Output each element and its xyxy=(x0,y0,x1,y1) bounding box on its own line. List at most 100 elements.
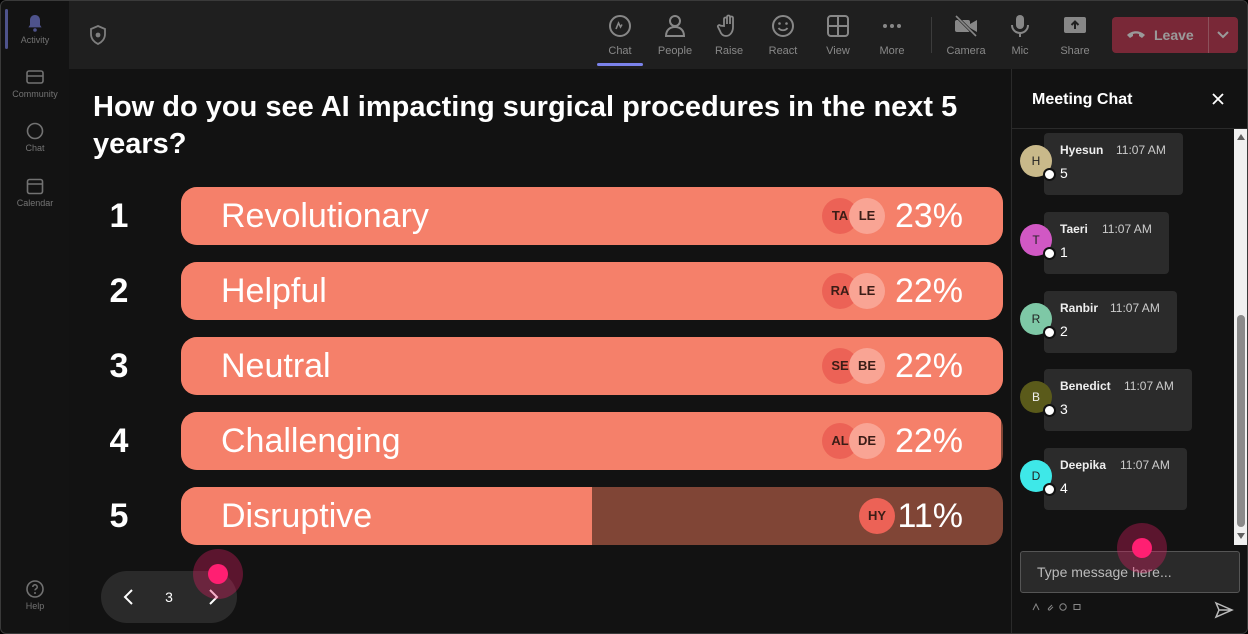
option-number: 5 xyxy=(109,497,129,535)
leave-button-label: Leave xyxy=(1154,27,1194,43)
option-percent: 22% xyxy=(894,272,963,310)
message-bubble: Benedict 11:07 AM 3 xyxy=(1044,369,1192,431)
app-rail: Activity Community Chat Calendar Help xyxy=(1,1,69,633)
rail-item-calendar[interactable]: Calendar xyxy=(1,176,69,208)
close-icon[interactable] xyxy=(1210,91,1226,107)
poll-option-row: 5 Disruptive HY 11% xyxy=(69,487,1011,545)
chevron-left-icon[interactable] xyxy=(119,587,139,607)
option-label: Neutral xyxy=(221,347,331,385)
rail-item-chat[interactable]: Chat xyxy=(1,121,69,153)
chat-button-label: Chat xyxy=(608,45,632,57)
option-bar: Neutral SE BE 22% xyxy=(181,337,1003,395)
emoji-icon[interactable] xyxy=(1059,603,1067,611)
rail-item-activity[interactable]: Activity xyxy=(1,13,69,45)
camera-button[interactable]: Camera xyxy=(943,11,989,63)
hand-icon xyxy=(717,14,734,37)
pointer-indicator xyxy=(193,549,243,599)
react-button-label: React xyxy=(768,45,798,57)
scroll-down-arrow-icon[interactable] xyxy=(1237,533,1245,539)
format-toolbar[interactable] xyxy=(1032,602,1081,613)
meeting-window: Activity Community Chat Calendar Help Ch… xyxy=(0,0,1248,634)
more-dots-icon xyxy=(883,24,901,28)
message-text: 4 xyxy=(1060,480,1068,496)
scrollbar-thumb[interactable] xyxy=(1237,315,1245,527)
mic-button-label: Mic xyxy=(1011,45,1029,57)
message-text: 5 xyxy=(1060,165,1068,181)
presence-status-icon xyxy=(1043,168,1056,181)
message-time: 11:07 AM xyxy=(1124,379,1174,393)
hang-up-icon xyxy=(1127,31,1145,38)
attach-icon[interactable] xyxy=(1046,603,1054,611)
message-time: 11:07 AM xyxy=(1116,143,1166,157)
option-label: Disruptive xyxy=(221,497,373,535)
leave-button[interactable]: Leave xyxy=(1112,17,1238,53)
voter-avatar: LE xyxy=(849,198,885,234)
pointer-indicator xyxy=(1117,523,1167,573)
chevron-down-icon[interactable] xyxy=(1216,29,1230,41)
meeting-toolbar: Chat People Raise React View More Camera… xyxy=(69,1,1247,69)
message-text: 1 xyxy=(1060,244,1068,260)
message-time: 11:07 AM xyxy=(1110,301,1160,315)
poll-option-row: 4 Challenging AL DE 22% xyxy=(69,412,1011,470)
grid-view-icon xyxy=(827,15,849,37)
rail-label-calendar: Calendar xyxy=(16,198,54,208)
rail-item-community[interactable]: Community xyxy=(1,67,69,99)
option-bar: Helpful RA LE 22% xyxy=(181,262,1003,320)
send-icon[interactable] xyxy=(1214,601,1234,619)
poll-option-row: 2 Helpful RA LE 22% xyxy=(69,262,1011,320)
camera-off-icon xyxy=(954,14,978,38)
chat-bubble-icon xyxy=(609,15,631,37)
view-button[interactable]: View xyxy=(815,11,861,63)
message-text: 2 xyxy=(1060,323,1068,339)
poll-results-stage: How do you see AI impacting surgical pro… xyxy=(69,69,1011,633)
share-button[interactable]: Share xyxy=(1052,11,1098,63)
option-label: Revolutionary xyxy=(221,197,429,235)
message-bubble: Ranbir 11:07 AM 2 xyxy=(1044,291,1177,353)
format-text-icon[interactable] xyxy=(1032,602,1040,611)
meeting-chat-panel: Meeting Chat Hyesun 11:07 AM 5 H Taeri 1… xyxy=(1011,69,1247,633)
option-label: Challenging xyxy=(221,422,401,460)
rail-label-chat: Chat xyxy=(25,143,45,153)
message-bubble: Deepika 11:07 AM 4 xyxy=(1044,448,1187,510)
option-bar: Revolutionary TA LE 23% xyxy=(181,187,1003,245)
message-author: Hyesun xyxy=(1060,143,1104,157)
message-text: 3 xyxy=(1060,401,1068,417)
chat-message: Benedict 11:07 AM 3 B xyxy=(1012,369,1242,433)
presence-status-icon xyxy=(1043,247,1056,260)
rail-label-activity: Activity xyxy=(20,35,50,45)
scroll-up-arrow-icon[interactable] xyxy=(1237,134,1245,140)
share-button-label: Share xyxy=(1060,45,1090,57)
option-number: 4 xyxy=(109,422,129,460)
option-percent: 11% xyxy=(897,497,963,535)
chat-scrollbar[interactable] xyxy=(1234,129,1247,545)
rail-item-help[interactable]: Help xyxy=(1,579,69,611)
bell-icon xyxy=(28,15,42,32)
chat-title: Meeting Chat xyxy=(1032,91,1133,108)
rail-label-help: Help xyxy=(25,601,45,611)
message-bubble: Taeri 11:07 AM 1 xyxy=(1044,212,1169,274)
option-percent: 22% xyxy=(894,422,963,460)
people-button-label: People xyxy=(657,45,693,57)
presence-status-icon xyxy=(1043,404,1056,417)
gif-icon[interactable] xyxy=(1073,603,1081,611)
chat-header: Meeting Chat xyxy=(1012,69,1247,129)
share-screen-icon xyxy=(1064,17,1086,33)
mic-button[interactable]: Mic xyxy=(997,11,1043,63)
people-button[interactable]: People xyxy=(652,11,698,63)
chat-message: Taeri 11:07 AM 1 T xyxy=(1012,212,1242,276)
option-percent: 22% xyxy=(894,347,963,385)
raise-hand-button[interactable]: Raise xyxy=(706,11,752,63)
raise-button-label: Raise xyxy=(714,45,744,57)
chat-button[interactable]: Chat xyxy=(597,11,643,63)
message-bubble: Hyesun 11:07 AM 5 xyxy=(1044,133,1183,195)
message-author: Ranbir xyxy=(1060,301,1099,315)
microphone-icon xyxy=(1011,15,1029,37)
more-button[interactable]: More xyxy=(869,11,915,63)
message-author: Benedict xyxy=(1060,379,1111,393)
shield-icon[interactable] xyxy=(89,25,107,45)
view-button-label: View xyxy=(826,45,850,57)
message-time: 11:07 AM xyxy=(1120,458,1170,472)
presence-status-icon xyxy=(1043,326,1056,339)
smiley-icon xyxy=(772,15,794,37)
react-button[interactable]: React xyxy=(760,11,806,63)
